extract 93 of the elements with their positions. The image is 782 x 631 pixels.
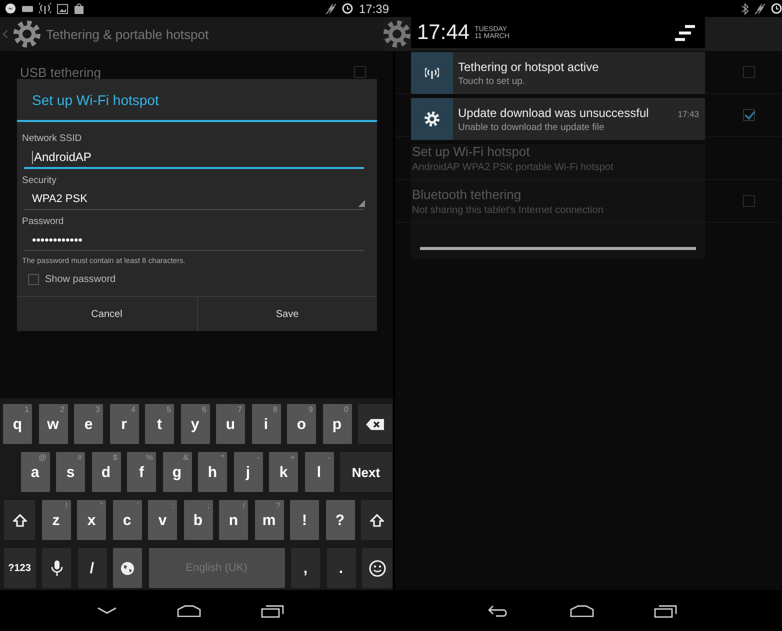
checkbox[interactable]: [743, 195, 755, 207]
field-label: Security: [22, 175, 58, 186]
notification-text: Unable to download the update file: [458, 122, 606, 132]
notification-title: Tethering or hotspot active: [458, 60, 599, 74]
setting-title: USB tethering: [20, 64, 101, 80]
keyboard-key[interactable]: ?123: [4, 548, 36, 588]
shade-handle[interactable]: [420, 247, 696, 250]
keyboard-key[interactable]: 2 w: [38, 404, 68, 444]
notification[interactable]: Update download was unsuccessful 17:43 Unable to download the update file: [411, 98, 705, 140]
keyboard-key[interactable]: 3 e: [74, 404, 103, 444]
input-field[interactable]: AndroidAP: [24, 148, 364, 169]
keyboard-key[interactable]: 8 i: [252, 404, 280, 444]
clock-time: 17:39: [358, 2, 389, 16]
keyboard-key[interactable]: / n: [219, 500, 248, 540]
chat-bubble-icon: [5, 3, 16, 14]
globe-icon: [120, 560, 135, 576]
keyboard-key[interactable]: 9 o: [287, 404, 316, 444]
notification-text: Touch to set up.: [458, 76, 526, 86]
shopping-bag-icon: [74, 3, 84, 14]
keyboard-key[interactable]: 6 y: [180, 404, 210, 444]
keyboard-key[interactable]: " x: [77, 500, 106, 540]
quick-settings-icon[interactable]: [675, 24, 695, 40]
keyboard-key[interactable]: 4 r: [110, 404, 138, 444]
keyboard-key[interactable]: ; b: [184, 500, 212, 540]
checkbox[interactable]: [354, 66, 366, 78]
home-icon[interactable]: [570, 604, 594, 616]
setting-summary: AndroidAP WPA2 PSK portable Wi-Fi hotspot: [412, 162, 614, 172]
keyboard-key[interactable]: & g: [162, 452, 192, 492]
alarm-icon: [342, 3, 353, 14]
recent-apps-icon[interactable]: [654, 604, 677, 618]
keyboard-key[interactable]: % f: [127, 452, 156, 492]
hotspot-icon: [39, 3, 51, 14]
keyboard-key[interactable]: 7 u: [216, 404, 245, 444]
keyboard-key[interactable]: + k: [269, 452, 298, 492]
keyboard-key[interactable]: ! z: [42, 500, 70, 540]
notification[interactable]: Tethering or hotspot active Touch to set up.: [411, 52, 705, 94]
checkbox[interactable]: [743, 109, 755, 121]
shift-key[interactable]: [361, 500, 392, 540]
shift-icon: [12, 514, 26, 526]
keyboard-key[interactable]: ,: [291, 548, 320, 588]
gear-icon: [13, 20, 41, 48]
checkbox-label: Show password: [45, 274, 116, 285]
keyboard-key[interactable]: 0 p: [322, 404, 352, 444]
microphone-icon: [50, 560, 62, 576]
smiley-icon: [368, 560, 386, 576]
emoji-key[interactable]: [362, 548, 392, 588]
input-field[interactable]: ••••••••••••: [24, 231, 364, 251]
screen-title: Tethering & portable hotspot: [46, 26, 209, 42]
keyboard-key[interactable]: $ d: [92, 452, 120, 492]
backspace-icon: [366, 418, 384, 430]
backspace-key[interactable]: [358, 404, 392, 444]
shift-icon: [370, 514, 384, 526]
image-icon: [57, 4, 68, 14]
notification-title: Update download was unsuccessful: [458, 106, 649, 120]
keyboard-key[interactable]: ? m: [254, 500, 284, 540]
keyboard-key[interactable]: # s: [56, 452, 85, 492]
dialog-title: Set up Wi-Fi hotspot: [31, 91, 160, 110]
dialog-button[interactable]: Save: [196, 297, 377, 331]
hide-keyboard-icon[interactable]: [97, 606, 117, 614]
keyboard-key[interactable]: @ a: [20, 452, 50, 492]
setting-summary: Not sharing this tablet's Internet connection: [412, 204, 604, 216]
home-icon[interactable]: [177, 604, 201, 616]
language-key[interactable]: [113, 548, 142, 588]
keyboard-key[interactable]: : v: [148, 500, 177, 540]
keyboard-key[interactable]: - l: [304, 452, 334, 492]
keyboard-key[interactable]: ?: [326, 500, 354, 540]
keyboard-key[interactable]: ' c: [112, 500, 142, 540]
keyboard-key[interactable]: * h: [198, 452, 227, 492]
keyboard-key[interactable]: 5 t: [145, 404, 174, 444]
keyboard-key[interactable]: !: [290, 500, 319, 540]
gear-icon: [424, 111, 440, 127]
notification-time: 17:43: [678, 108, 699, 118]
hotspot-icon: [425, 67, 439, 79]
setting-title: Bluetooth tethering: [412, 186, 522, 202]
dialog-button[interactable]: Cancel: [17, 297, 196, 331]
checkbox[interactable]: [743, 66, 755, 78]
shift-key[interactable]: [4, 500, 35, 540]
keyboard-key[interactable]: 1 q: [3, 404, 32, 444]
security-dropdown[interactable]: WPA2 PSK: [24, 190, 364, 210]
alarm-icon: [771, 3, 782, 14]
recent-apps-icon[interactable]: [261, 604, 284, 618]
keyboard-key[interactable]: .: [326, 548, 356, 588]
setting-title: Set up Wi-Fi hotspot: [412, 144, 531, 158]
keyboard-key[interactable]: - j: [234, 452, 262, 492]
field-label: Password: [22, 216, 65, 227]
clock-time: 17:44: [417, 20, 470, 44]
field-label: Network SSID: [22, 133, 83, 144]
next-key[interactable]: Next: [340, 452, 392, 492]
checkbox[interactable]: [28, 274, 39, 285]
keyboard-key[interactable]: /: [78, 548, 106, 588]
bluetooth-icon: [741, 2, 749, 14]
microphone-key[interactable]: [42, 548, 71, 588]
gear-icon: [383, 20, 411, 48]
